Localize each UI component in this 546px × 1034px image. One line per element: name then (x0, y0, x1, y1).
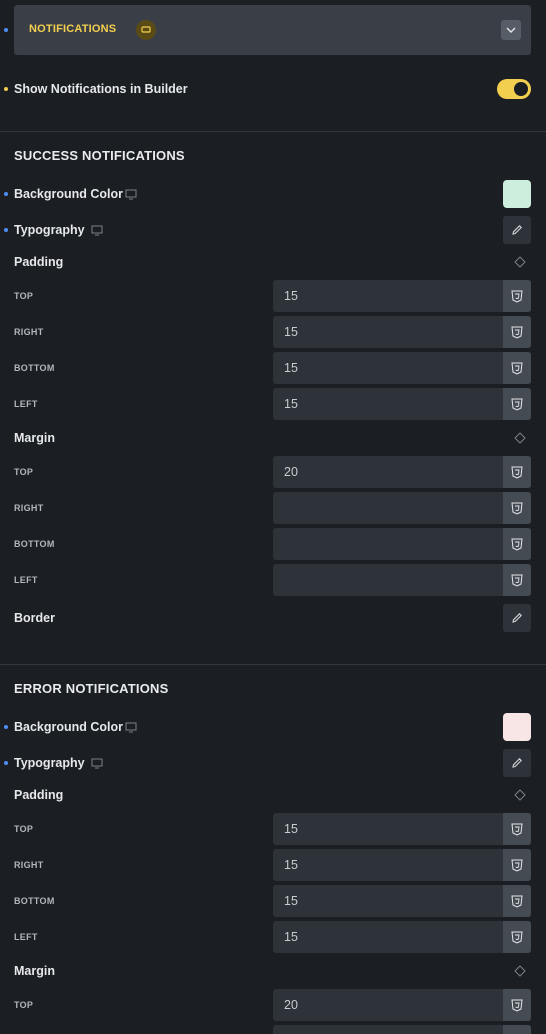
error-margin-top-input[interactable]: 20 (273, 989, 531, 1021)
margin-top-label: TOP (14, 467, 34, 477)
css-icon[interactable] (503, 456, 531, 488)
link-icon[interactable] (514, 256, 526, 268)
field-value: 15 (284, 397, 298, 411)
show-notifications-label: Show Notifications in Builder (14, 82, 188, 96)
field-value: 15 (284, 858, 298, 872)
pencil-icon (512, 225, 522, 235)
success-padding-right-input[interactable]: 15 (273, 316, 531, 348)
field-value: 15 (284, 361, 298, 375)
margin-right-label: RIGHT (14, 503, 44, 513)
error-margin-right-input[interactable] (273, 1025, 531, 1034)
monitor-icon[interactable] (125, 189, 137, 200)
padding-left-label: LEFT (14, 932, 38, 942)
field-value: 15 (284, 894, 298, 908)
css-icon[interactable] (503, 885, 531, 917)
field-value: 15 (284, 325, 298, 339)
toggle-knob (514, 82, 528, 96)
padding-left-label: LEFT (14, 399, 38, 409)
success-background-label: Background Color (14, 187, 124, 201)
error-background-swatch[interactable] (503, 713, 531, 741)
field-value: 20 (284, 465, 298, 479)
margin-left-label: LEFT (14, 575, 38, 585)
error-padding-left-input[interactable]: 15 (273, 921, 531, 953)
padding-right-label: RIGHT (14, 860, 44, 870)
error-padding-top-input[interactable]: 15 (273, 813, 531, 845)
padding-top-label: TOP (14, 291, 34, 301)
field-value: 15 (284, 822, 298, 836)
error-padding-bottom-input[interactable]: 15 (273, 885, 531, 917)
chevron-down-icon[interactable] (501, 20, 521, 40)
field-value: 20 (284, 998, 298, 1012)
show-notifications-toggle[interactable] (497, 79, 531, 99)
error-background-label: Background Color (14, 720, 124, 734)
css-icon[interactable] (503, 564, 531, 596)
indicator-dot (4, 87, 8, 91)
success-padding-bottom-input[interactable]: 15 (273, 352, 531, 384)
success-padding-top-input[interactable]: 15 (273, 280, 531, 312)
success-margin-left-input[interactable] (273, 564, 531, 596)
indicator-dot (4, 228, 8, 232)
divider (0, 664, 546, 665)
css-icon[interactable] (503, 388, 531, 420)
error-padding-right-input[interactable]: 15 (273, 849, 531, 881)
css-icon[interactable] (503, 492, 531, 524)
padding-top-label: TOP (14, 824, 34, 834)
indicator-dot (4, 761, 8, 765)
field-value: 15 (284, 289, 298, 303)
indicator-dot (4, 192, 8, 196)
pencil-icon (512, 613, 522, 623)
link-icon[interactable] (514, 432, 526, 444)
field-value: 15 (284, 930, 298, 944)
pencil-icon (512, 758, 522, 768)
css-icon[interactable] (503, 989, 531, 1021)
success-padding-left-input[interactable]: 15 (273, 388, 531, 420)
success-margin-top-input[interactable]: 20 (273, 456, 531, 488)
success-border-label: Border (14, 611, 55, 625)
padding-right-label: RIGHT (14, 327, 44, 337)
css-icon[interactable] (503, 352, 531, 384)
monitor-icon[interactable] (91, 758, 103, 769)
indicator-dot (4, 28, 8, 32)
notifications-header[interactable]: NOTIFICATIONS (14, 5, 531, 55)
success-typography-label: Typography (14, 223, 85, 237)
monitor-icon[interactable] (91, 225, 103, 236)
padding-bottom-label: BOTTOM (14, 363, 55, 373)
success-margin-bottom-input[interactable] (273, 528, 531, 560)
css-icon[interactable] (503, 849, 531, 881)
section-title-error: ERROR NOTIFICATIONS (14, 681, 169, 696)
padding-bottom-label: BOTTOM (14, 896, 55, 906)
link-icon[interactable] (514, 965, 526, 977)
css-icon[interactable] (503, 316, 531, 348)
edit-border-button[interactable] (503, 604, 531, 632)
success-margin-label: Margin (14, 431, 55, 445)
error-padding-label: Padding (14, 788, 64, 802)
success-margin-right-input[interactable] (273, 492, 531, 524)
link-icon[interactable] (514, 789, 526, 801)
section-title-success: SUCCESS NOTIFICATIONS (14, 148, 185, 163)
header-title: NOTIFICATIONS (29, 23, 117, 35)
edit-typography-button[interactable] (503, 216, 531, 244)
css-icon[interactable] (503, 280, 531, 312)
indicator-dot (4, 725, 8, 729)
success-background-swatch[interactable] (503, 180, 531, 208)
divider (0, 131, 546, 132)
edit-typography-button[interactable] (503, 749, 531, 777)
success-padding-label: Padding (14, 255, 64, 269)
css-icon[interactable] (503, 528, 531, 560)
monitor-icon[interactable] (125, 722, 137, 733)
error-typography-label: Typography (14, 756, 85, 770)
css-icon[interactable] (503, 1025, 531, 1034)
monitor-icon[interactable] (136, 20, 156, 40)
margin-top-label: TOP (14, 1000, 34, 1010)
error-margin-label: Margin (14, 964, 55, 978)
margin-bottom-label: BOTTOM (14, 539, 55, 549)
css-icon[interactable] (503, 813, 531, 845)
css-icon[interactable] (503, 921, 531, 953)
